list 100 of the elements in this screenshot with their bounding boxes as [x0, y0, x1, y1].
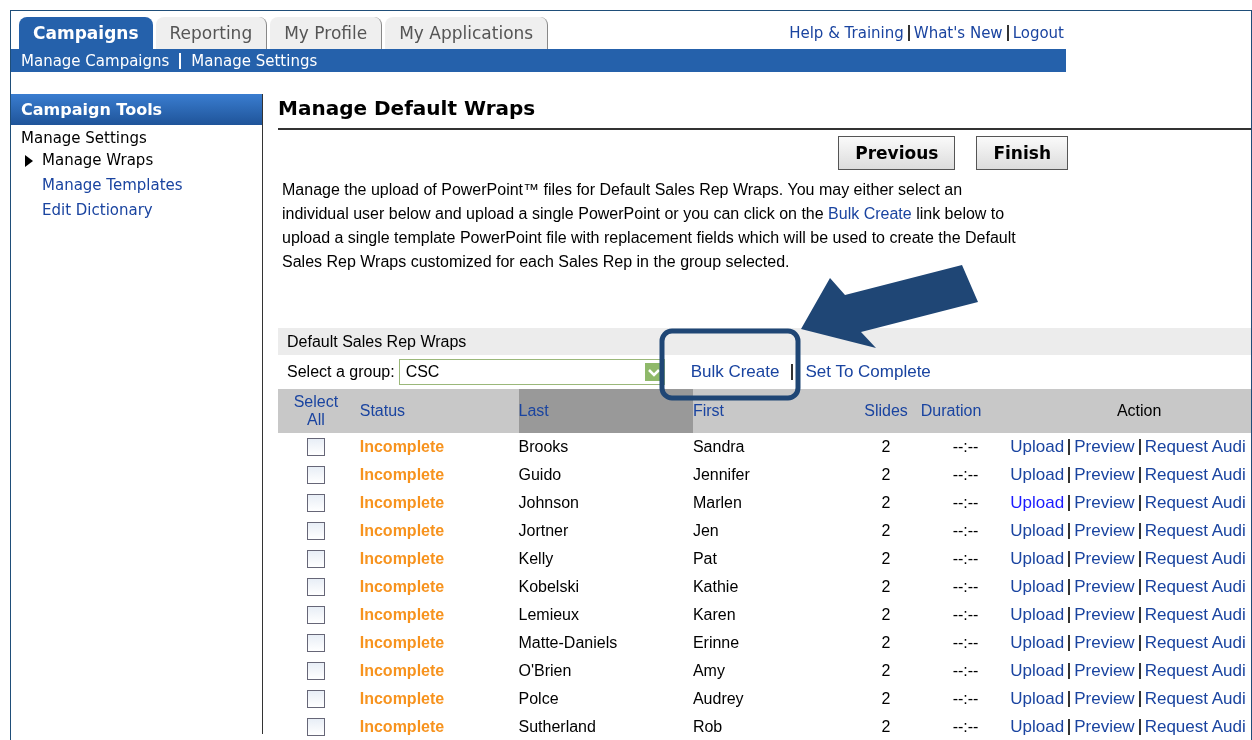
- table-cell: 2: [881, 550, 891, 567]
- action-link[interactable]: Preview: [1074, 493, 1135, 513]
- checkbox[interactable]: [306, 606, 325, 624]
- action-link[interactable]: Preview: [1074, 689, 1135, 709]
- table-cell: Erinne: [692, 634, 740, 651]
- table-cell: Amy: [692, 662, 725, 679]
- header-link[interactable]: Help & Training: [789, 24, 904, 42]
- table-cell: Pat: [692, 550, 717, 567]
- action-link[interactable]: Upload: [1010, 577, 1065, 597]
- action-link[interactable]: Upload: [1010, 521, 1065, 541]
- dropdown-icon: [647, 367, 660, 377]
- action-link[interactable]: Preview: [1074, 605, 1135, 625]
- checkbox[interactable]: [306, 438, 325, 456]
- checkbox[interactable]: [306, 522, 325, 540]
- table-cell: Lemieux: [518, 606, 579, 623]
- action-link[interactable]: Request Audi: [1144, 549, 1246, 569]
- action-link[interactable]: Upload: [1010, 717, 1065, 737]
- action-link[interactable]: Upload: [1010, 465, 1065, 485]
- section-header: Default Sales Rep Wraps: [278, 328, 1251, 355]
- action-link[interactable]: Request Audi: [1144, 661, 1246, 681]
- checkbox[interactable]: [306, 578, 325, 596]
- column-header: Action: [1116, 402, 1162, 419]
- status-text: Incomplete: [359, 718, 445, 735]
- nav-tab[interactable]: Reporting: [155, 17, 268, 49]
- table-cell: Guido: [518, 466, 562, 483]
- action-link[interactable]: Upload: [1010, 689, 1065, 709]
- group-link[interactable]: Set To Complete: [805, 362, 931, 382]
- table-cell: --:--: [952, 718, 979, 735]
- action-link[interactable]: Request Audi: [1144, 717, 1246, 737]
- action-link[interactable]: Preview: [1074, 549, 1135, 569]
- table-cell: 2: [881, 690, 891, 707]
- table-cell: 2: [881, 606, 891, 623]
- sidebar-item[interactable]: Edit Dictionary: [42, 201, 153, 219]
- header-link[interactable]: Logout: [1012, 24, 1064, 42]
- sidebar-item[interactable]: Manage Templates: [42, 176, 183, 194]
- status-text: Incomplete: [359, 438, 445, 455]
- action-link[interactable]: Upload: [1010, 493, 1065, 513]
- status-text: Incomplete: [359, 634, 445, 651]
- action-link[interactable]: Upload: [1010, 633, 1065, 653]
- table-cell: Jen: [692, 522, 719, 539]
- table-cell: Kelly: [518, 550, 554, 567]
- table-cell: Brooks: [518, 438, 569, 455]
- table-cell: Sandra: [692, 438, 745, 455]
- action-link[interactable]: Request Audi: [1144, 493, 1246, 513]
- table-cell: --:--: [952, 522, 979, 539]
- sidebar-item[interactable]: Manage Wraps: [42, 151, 154, 169]
- table-cell: 2: [881, 718, 891, 735]
- nav-button[interactable]: Finish: [976, 136, 1068, 170]
- table-cell: Johnson: [518, 494, 579, 511]
- subnav-link[interactable]: Manage Settings: [191, 51, 318, 70]
- status-text: Incomplete: [359, 522, 445, 539]
- nav-button[interactable]: Previous: [838, 136, 956, 170]
- action-link[interactable]: Preview: [1074, 577, 1135, 597]
- action-link[interactable]: Preview: [1074, 633, 1135, 653]
- table-cell: --:--: [952, 550, 979, 567]
- page-title: Manage Default Wraps: [278, 94, 1251, 130]
- checkbox[interactable]: [306, 690, 325, 708]
- table-cell: Sutherland: [518, 718, 596, 735]
- status-text: Incomplete: [359, 550, 445, 567]
- action-link[interactable]: Request Audi: [1144, 465, 1246, 485]
- table-cell: 2: [881, 466, 891, 483]
- action-link[interactable]: Request Audi: [1144, 577, 1246, 597]
- action-link[interactable]: Request Audi: [1144, 521, 1246, 541]
- checkbox[interactable]: [306, 718, 325, 736]
- header-link[interactable]: What's New: [913, 24, 1003, 42]
- action-link[interactable]: Request Audi: [1144, 689, 1246, 709]
- table-cell: --:--: [952, 578, 979, 595]
- checkbox[interactable]: [306, 550, 325, 568]
- checkbox[interactable]: [306, 634, 325, 652]
- action-link[interactable]: Upload: [1010, 661, 1065, 681]
- status-text: Incomplete: [359, 578, 445, 595]
- bulk-create-link[interactable]: Bulk Create: [828, 205, 912, 222]
- action-link[interactable]: Preview: [1074, 661, 1135, 681]
- action-link[interactable]: Upload: [1010, 605, 1065, 625]
- action-link[interactable]: Preview: [1074, 521, 1135, 541]
- action-link[interactable]: Upload: [1010, 437, 1065, 457]
- action-link[interactable]: Request Audi: [1144, 437, 1246, 457]
- table-cell: Kobelski: [518, 578, 579, 595]
- nav-tab[interactable]: Campaigns: [19, 17, 153, 49]
- table-cell: --:--: [952, 438, 979, 455]
- action-link[interactable]: Preview: [1074, 717, 1135, 737]
- table-cell: 2: [881, 522, 891, 539]
- action-link[interactable]: Request Audi: [1144, 605, 1246, 625]
- checkbox[interactable]: [306, 466, 325, 484]
- nav-tab[interactable]: My Applications: [385, 17, 549, 49]
- action-link[interactable]: Request Audi: [1144, 633, 1246, 653]
- nav-tab[interactable]: My Profile: [270, 17, 383, 49]
- column-header[interactable]: First: [692, 402, 724, 419]
- action-link[interactable]: Preview: [1074, 465, 1135, 485]
- table-cell: --:--: [952, 494, 979, 511]
- table-cell: --:--: [952, 662, 979, 679]
- checkbox[interactable]: [306, 494, 325, 512]
- column-header[interactable]: Status: [359, 402, 406, 419]
- subnav-link[interactable]: Manage Campaigns: [21, 51, 170, 70]
- action-link[interactable]: Preview: [1074, 437, 1135, 457]
- checkbox[interactable]: [306, 662, 325, 680]
- table-cell: Kathie: [692, 578, 739, 595]
- action-link[interactable]: Upload: [1010, 549, 1065, 569]
- table-cell: Rob: [692, 718, 723, 735]
- group-link[interactable]: Bulk Create: [690, 362, 780, 382]
